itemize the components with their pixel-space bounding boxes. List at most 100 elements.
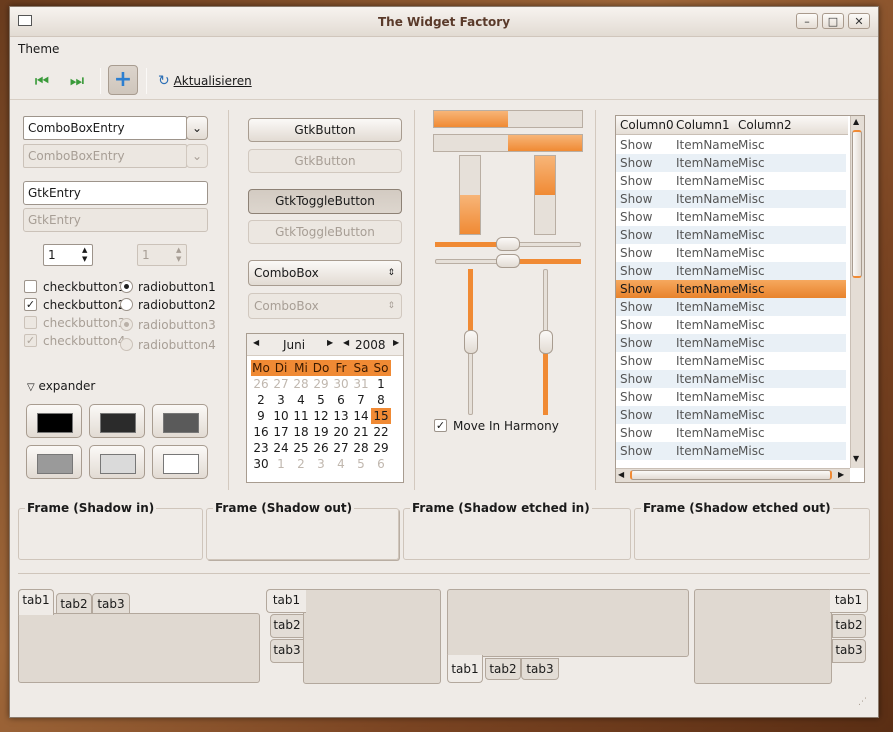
tree-row[interactable]: Show ItemName Misc	[616, 136, 846, 154]
calendar-day[interactable]: 28	[351, 440, 371, 456]
scroll-up-icon[interactable]: ▲	[853, 117, 859, 126]
gtk-toggle-button[interactable]: GtkToggleButton	[248, 189, 402, 214]
calendar-day[interactable]: 2	[291, 456, 311, 472]
color-button[interactable]	[152, 404, 208, 438]
tree-row[interactable]: Show ItemName Misc	[616, 172, 846, 190]
calendar-day[interactable]: 4	[291, 392, 311, 408]
tree-row[interactable]: Show ItemName Misc	[616, 226, 846, 244]
calendar-day[interactable]: 19	[311, 424, 331, 440]
radiobutton-1[interactable]: radiobutton1	[120, 279, 216, 295]
calendar-day[interactable]: 5	[351, 456, 371, 472]
tree-row[interactable]: Show ItemName Misc	[616, 442, 846, 460]
tree-view[interactable]: Column0 Column1 Column2 Show ItemName Misc…	[615, 115, 865, 483]
slider-vertical-1[interactable]	[462, 269, 480, 415]
calendar-day[interactable]: 30	[251, 456, 271, 472]
calendar-day[interactable]: 2	[251, 392, 271, 408]
column-header-0[interactable]: Column0	[620, 118, 674, 132]
calendar-day[interactable]: 26	[251, 376, 271, 392]
calendar-day[interactable]: 3	[271, 392, 291, 408]
close-icon[interactable]: ✕	[848, 13, 870, 29]
calendar-day[interactable]: 18	[291, 424, 311, 440]
calendar-day[interactable]: 21	[351, 424, 371, 440]
calendar-day[interactable]: 6	[371, 456, 391, 472]
next-year-icon[interactable]: ▶	[393, 338, 399, 347]
scrollbar-thumb[interactable]	[852, 130, 862, 278]
prev-year-icon[interactable]: ◀	[343, 338, 349, 347]
calendar-day[interactable]: 30	[331, 376, 351, 392]
prev-month-icon[interactable]: ◀	[253, 338, 259, 347]
tree-row[interactable]: Show ItemName Misc	[616, 280, 846, 298]
slider-v1-handle[interactable]	[464, 330, 478, 354]
calendar-day[interactable]: 17	[271, 424, 291, 440]
tree-row[interactable]: Show ItemName Misc	[616, 208, 846, 226]
menu-theme[interactable]: Theme	[18, 42, 59, 56]
goto-last-icon[interactable]: ⏭	[62, 66, 92, 96]
color-button[interactable]	[89, 404, 145, 438]
column-header-1[interactable]: Column1	[676, 118, 730, 132]
calendar-day[interactable]: 22	[371, 424, 391, 440]
scroll-left-icon[interactable]: ◀	[618, 470, 624, 479]
next-month-icon[interactable]: ▶	[327, 338, 333, 347]
color-button[interactable]	[89, 445, 145, 479]
calendar-day[interactable]: 13	[331, 408, 351, 424]
calendar-day[interactable]: 23	[251, 440, 271, 456]
color-button[interactable]	[152, 445, 208, 479]
add-button[interactable]: +	[108, 65, 138, 95]
slider-horizontal-1[interactable]	[435, 235, 581, 253]
tree-row[interactable]: Show ItemName Misc	[616, 406, 846, 424]
calendar-day[interactable]: 29	[311, 376, 331, 392]
calendar-day[interactable]: 9	[251, 408, 271, 424]
calendar-day[interactable]: 31	[351, 376, 371, 392]
tree-row[interactable]: Show ItemName Misc	[616, 262, 846, 280]
refresh-button[interactable]: ↻ Aktualisieren	[158, 71, 252, 91]
notebook-right-tab2[interactable]: tab2	[832, 614, 866, 638]
slider-h2-handle[interactable]	[496, 254, 520, 268]
calendar-day[interactable]: 8	[371, 392, 391, 408]
calendar-day[interactable]: 1	[371, 376, 391, 392]
h-scrollbar-thumb[interactable]	[630, 470, 832, 480]
resize-grip-icon[interactable]: ⋰	[858, 697, 867, 707]
tree-row[interactable]: Show ItemName Misc	[616, 370, 846, 388]
calendar-day[interactable]: 7	[351, 392, 371, 408]
notebook-left-tab1[interactable]: tab1	[266, 589, 306, 613]
tree-row[interactable]: Show ItemName Misc	[616, 424, 846, 442]
tree-row[interactable]: Show ItemName Misc	[616, 334, 846, 352]
color-button[interactable]	[26, 404, 82, 438]
scroll-right-icon[interactable]: ▶	[838, 470, 844, 479]
calendar-day[interactable]: 26	[311, 440, 331, 456]
calendar-day[interactable]: 4	[331, 456, 351, 472]
maximize-icon[interactable]: □	[822, 13, 844, 29]
notebook-top-tab2[interactable]: tab2	[56, 593, 92, 614]
combo-entry-input[interactable]: ComboBoxEntry	[23, 116, 187, 140]
checkbutton-2[interactable]: ✓ checkbutton2	[24, 297, 125, 313]
calendar-day[interactable]: 1	[271, 456, 291, 472]
calendar-day[interactable]: 27	[331, 440, 351, 456]
color-button[interactable]	[26, 445, 82, 479]
tree-row[interactable]: Show ItemName Misc	[616, 316, 846, 334]
gtk-button[interactable]: GtkButton	[248, 118, 402, 142]
slider-horizontal-2[interactable]	[435, 252, 581, 270]
spin-arrows-icon[interactable]: ▲ ▼	[82, 246, 87, 264]
notebook-bottom-tab2[interactable]: tab2	[485, 658, 521, 680]
radiobutton-2[interactable]: radiobutton2	[120, 297, 216, 313]
tree-row[interactable]: Show ItemName Misc	[616, 352, 846, 370]
notebook-top-tab3[interactable]: tab3	[92, 593, 130, 614]
calendar-day[interactable]: 11	[291, 408, 311, 424]
scroll-down-icon[interactable]: ▼	[853, 454, 859, 463]
calendar-day[interactable]: 29	[371, 440, 391, 456]
combo-entry-dropdown-button[interactable]: ⌄	[186, 116, 208, 140]
notebook-left-tab3[interactable]: tab3	[270, 639, 304, 663]
title-bar[interactable]: The Widget Factory – □ ✕	[10, 7, 878, 37]
tree-row[interactable]: Show ItemName Misc	[616, 154, 846, 172]
vertical-scrollbar[interactable]: ▲ ▼	[850, 116, 864, 468]
calendar-day[interactable]: 12	[311, 408, 331, 424]
minimize-icon[interactable]: –	[796, 13, 818, 29]
horizontal-scrollbar[interactable]: ◀ ▶	[616, 468, 850, 482]
calendar-day[interactable]: 6	[331, 392, 351, 408]
tree-row[interactable]: Show ItemName Misc	[616, 388, 846, 406]
tree-row[interactable]: Show ItemName Misc	[616, 298, 846, 316]
combobox[interactable]: ComboBox ⇕	[248, 260, 402, 286]
calendar-day[interactable]: 16	[251, 424, 271, 440]
calendar-day[interactable]: 25	[291, 440, 311, 456]
move-in-harmony-checkbox[interactable]: ✓ Move In Harmony	[434, 418, 559, 434]
